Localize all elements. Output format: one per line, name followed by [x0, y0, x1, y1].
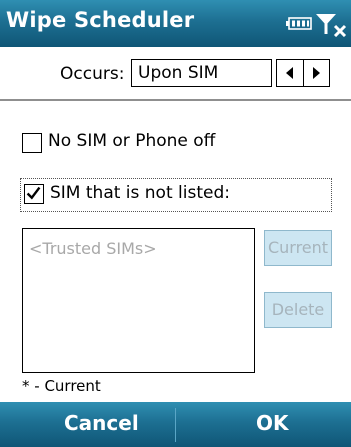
- unlisted-sim-option[interactable]: SIM that is not listed:: [20, 178, 332, 212]
- ok-softkey[interactable]: OK: [256, 411, 289, 435]
- signal-off-icon[interactable]: [314, 11, 348, 37]
- occurs-spinner: [276, 59, 330, 87]
- occurs-select[interactable]: Upon SIM: [131, 59, 272, 87]
- unlisted-sim-checkbox[interactable]: [24, 184, 44, 204]
- checkmark-icon: [26, 186, 41, 200]
- trusted-sims-placeholder: <Trusted SIMs>: [29, 239, 157, 258]
- occurs-value: Upon SIM: [138, 63, 219, 83]
- footnote: * - Current: [22, 377, 101, 395]
- occurs-label: Occurs:: [60, 64, 125, 84]
- softkey-separator: [175, 408, 176, 442]
- occurs-row: Occurs: Upon SIM: [0, 47, 351, 99]
- arrow-left-icon[interactable]: [277, 60, 304, 86]
- no-sim-checkbox[interactable]: [22, 133, 42, 153]
- battery-icon[interactable]: [286, 17, 312, 30]
- current-button[interactable]: Current: [264, 230, 332, 266]
- no-sim-label: No SIM or Phone off: [48, 131, 216, 151]
- no-sim-option[interactable]: No SIM or Phone off: [22, 129, 282, 157]
- divider: [0, 99, 351, 101]
- title-bar: Wipe Scheduler: [0, 0, 351, 47]
- delete-button[interactable]: Delete: [264, 292, 332, 328]
- window-title: Wipe Scheduler: [6, 8, 195, 32]
- unlisted-sim-label: SIM that is not listed:: [50, 183, 230, 203]
- trusted-sims-list[interactable]: <Trusted SIMs>: [22, 228, 255, 373]
- softkey-bar: Cancel OK: [0, 402, 351, 447]
- cancel-softkey[interactable]: Cancel: [64, 411, 139, 435]
- arrow-right-icon[interactable]: [303, 60, 329, 86]
